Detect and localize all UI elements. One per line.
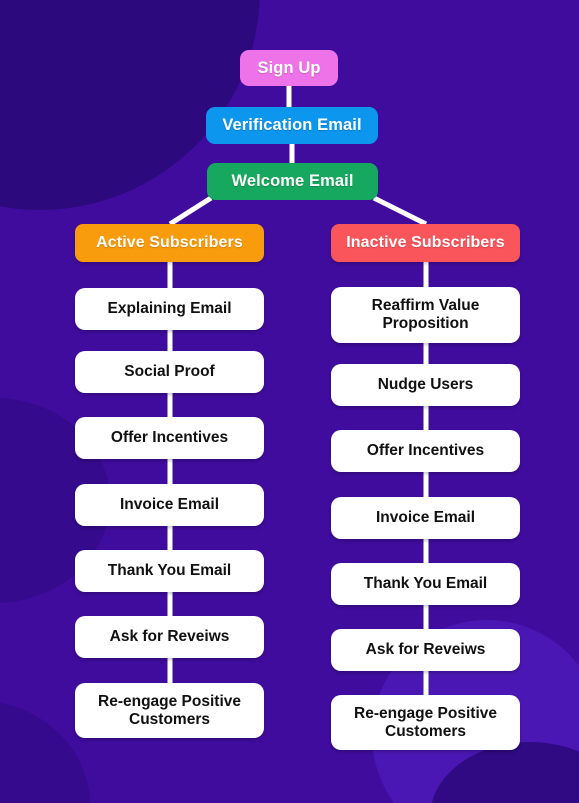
node-label: Re-engage Positive Customers [354, 704, 497, 740]
node-inactive-subscribers-reaffirm-value-proposition[interactable]: Reaffirm Value Proposition [331, 287, 520, 343]
node-label: Sign Up [257, 58, 321, 77]
connector-branch-active-subscribers [168, 195, 213, 227]
node-active-subscribers-thank-you-email[interactable]: Thank You Email [75, 550, 264, 592]
flowchart-canvas: Sign Up Verification Email Welcome Email Ac… [0, 0, 579, 803]
node-active-subscribers-explaining-email[interactable]: Explaining Email [75, 288, 264, 330]
node-inactive-subscribers-thank-you-email[interactable]: Thank You Email [331, 563, 520, 605]
node-active-subscribers-social-proof[interactable]: Social Proof [75, 351, 264, 393]
node-label: Re-engage Positive Customers [98, 692, 241, 728]
node-inactive-subscribers-invoice-email[interactable]: Invoice Email [331, 497, 520, 539]
node-label: Thank You Email [363, 575, 488, 593]
node-label: Offer Incentives [110, 429, 229, 447]
node-label: Active Subscribers [96, 233, 243, 251]
node-active-subscribers-ask-for-reviews[interactable]: Ask for Reveiws [75, 616, 264, 658]
node-label: Offer Incentives [366, 442, 485, 460]
node-active-subscribers-re-engage-positive[interactable]: Re-engage Positive Customers [75, 683, 264, 738]
node-label: Ask for Reveiws [109, 628, 230, 646]
node-active-subscribers-invoice-email[interactable]: Invoice Email [75, 484, 264, 526]
node-inactive-subscribers[interactable]: Inactive Subscribers [331, 224, 520, 262]
connector-branch-inactive-subscribers [372, 195, 428, 227]
node-inactive-subscribers-re-engage-positive[interactable]: Re-engage Positive Customers [331, 695, 520, 750]
node-label: Welcome Email [231, 172, 354, 191]
node-label: Explaining Email [107, 300, 232, 318]
node-label: Invoice Email [375, 509, 476, 527]
node-label: Thank You Email [107, 562, 232, 580]
node-label: Verification Email [222, 116, 362, 135]
node-label: Reaffirm Value Proposition [371, 297, 480, 332]
node-welcome-email[interactable]: Welcome Email [207, 163, 378, 200]
node-active-subscribers-offer-incentives[interactable]: Offer Incentives [75, 417, 264, 459]
node-label: Inactive Subscribers [346, 233, 505, 251]
node-inactive-subscribers-offer-incentives[interactable]: Offer Incentives [331, 430, 520, 472]
node-active-subscribers[interactable]: Active Subscribers [75, 224, 264, 262]
node-label: Ask for Reveiws [365, 641, 486, 659]
node-verification-email[interactable]: Verification Email [206, 107, 378, 144]
node-inactive-subscribers-ask-for-reviews[interactable]: Ask for Reveiws [331, 629, 520, 671]
node-label: Nudge Users [377, 376, 474, 394]
node-label: Social Proof [124, 363, 215, 381]
node-inactive-subscribers-nudge-users[interactable]: Nudge Users [331, 364, 520, 406]
node-sign-up[interactable]: Sign Up [240, 50, 338, 86]
node-label: Invoice Email [119, 496, 220, 514]
